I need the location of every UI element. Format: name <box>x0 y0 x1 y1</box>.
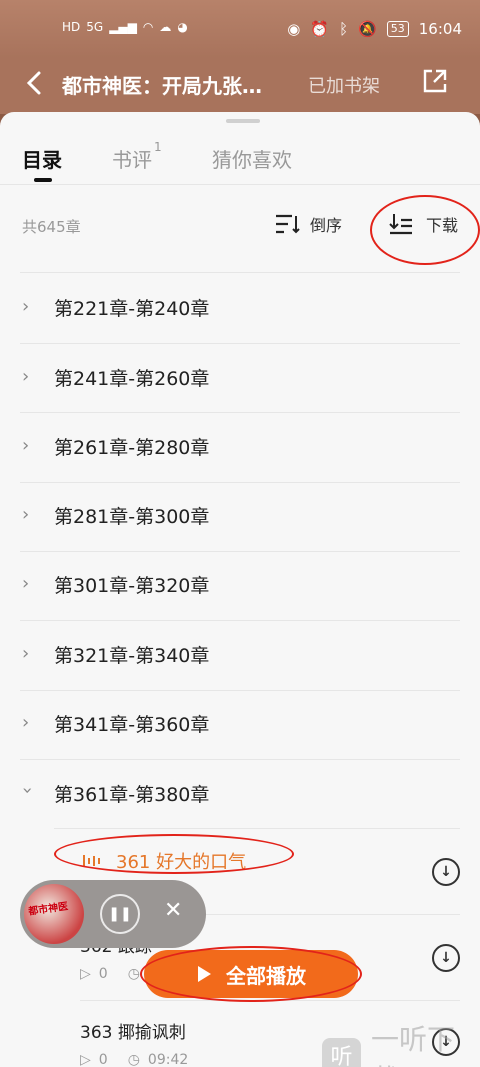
status-left: HD 5G ▂▄▆ ◠ ☁ ◕ <box>62 20 188 34</box>
chapter-group-row[interactable]: › 第241章-第260章 <box>0 344 480 413</box>
chapter-group-label: 第321章-第340章 <box>54 645 210 667</box>
chevron-right-icon: › <box>22 504 30 525</box>
tab-bar: 目录 书评1 猜你喜欢 <box>0 140 480 184</box>
eye-icon: ◉ <box>287 20 301 38</box>
wechat-icon: ◕ <box>177 20 188 34</box>
annotation-circle <box>370 195 480 265</box>
shelf-button[interactable]: 已加书架 <box>308 72 380 98</box>
tab-indicator <box>34 178 52 182</box>
tab-reviews-label: 书评 <box>112 148 152 172</box>
drag-handle[interactable] <box>226 119 260 123</box>
divider <box>0 184 480 185</box>
status-bar: HD 5G ▂▄▆ ◠ ☁ ◕ ◉ ⏰ ᛒ 🔕 53 16:04 <box>0 0 480 58</box>
chevron-right-icon: › <box>22 573 30 594</box>
row-divider <box>54 828 460 829</box>
chevron-right-icon: › <box>22 435 30 456</box>
tab-reviews-badge: 1 <box>154 140 162 155</box>
share-button[interactable] <box>422 68 448 94</box>
play-count: 0 <box>98 1052 108 1067</box>
mini-player[interactable]: 都市神医 ❚❚ ✕ <box>20 880 206 948</box>
download-chapter-button[interactable]: ↓ <box>432 858 460 886</box>
chapter-group-row[interactable]: › 第321章-第340章 <box>0 621 480 690</box>
chapter-meta: ▷ 0 ◷ <box>80 966 140 982</box>
reverse-label: 倒序 <box>310 216 343 235</box>
chapter-group-row[interactable]: › 第301章-第320章 <box>0 551 480 620</box>
chevron-right-icon: › <box>22 366 30 387</box>
album-cover[interactable]: 都市神医 <box>24 884 84 944</box>
clock: 16:04 <box>418 20 462 38</box>
pause-button[interactable]: ❚❚ <box>100 894 140 934</box>
chapter-title[interactable]: 363 揶揄讽刺 <box>80 1018 186 1043</box>
book-title: 都市神医：开局九张… <box>62 74 262 98</box>
chapter-group-label: 第301章-第320章 <box>54 575 210 597</box>
header: 都市神医：开局九张… 已加书架 <box>0 58 480 114</box>
chevron-left-icon <box>26 71 41 95</box>
watermark: 听 一听下载 <box>322 1018 480 1067</box>
tab-recommend[interactable]: 猜你喜欢 <box>212 144 292 173</box>
annotation-circle <box>54 834 294 874</box>
clock-icon: ◷ <box>127 966 140 982</box>
share-icon <box>423 69 447 93</box>
chevron-right-icon: › <box>22 712 30 733</box>
chapter-meta: ▷ 0 ◷ 09:42 <box>80 1052 188 1067</box>
arrow-down-icon: ↓ <box>440 864 452 880</box>
clock-icon: ◷ <box>127 1052 140 1067</box>
chapter-group-label: 第361章-第380章 <box>54 784 210 806</box>
watermark-text: 一听下载 <box>370 1023 455 1067</box>
battery-indicator: 53 <box>386 21 409 37</box>
cloud-icon: ☁ <box>159 20 172 34</box>
network-indicator: 5G <box>86 20 104 34</box>
hd-indicator: HD <box>62 20 81 34</box>
chevron-down-icon: › <box>17 786 39 795</box>
tab-reviews[interactable]: 书评1 <box>112 140 162 173</box>
chevron-right-icon: › <box>22 296 30 317</box>
status-right: ◉ ⏰ ᛒ 🔕 53 16:04 <box>287 20 462 38</box>
chapter-group-row[interactable]: › 第261章-第280章 <box>0 413 480 482</box>
chapter-group-label: 第241章-第260章 <box>54 368 210 390</box>
chapter-group-label: 第341章-第360章 <box>54 714 210 736</box>
close-button[interactable]: ✕ <box>164 898 182 923</box>
arrow-down-icon: ↓ <box>440 950 452 966</box>
tab-catalog[interactable]: 目录 <box>22 144 62 173</box>
chapter-group-row[interactable]: › 第281章-第300章 <box>0 482 480 551</box>
watermark-logo: 听 <box>322 1038 361 1067</box>
download-chapter-button[interactable]: ↓ <box>432 944 460 972</box>
chapter-group-label: 第261章-第280章 <box>54 437 210 459</box>
bluetooth-icon: ᛒ <box>339 20 349 38</box>
chapter-group-label: 第281章-第300章 <box>54 506 210 528</box>
cover-text: 都市神医 <box>27 901 69 918</box>
row-divider <box>20 272 460 273</box>
play-count-icon: ▷ <box>80 1052 91 1067</box>
reverse-button[interactable]: 倒序 <box>274 212 342 236</box>
wifi-icon: ◠ <box>142 20 154 34</box>
play-count-icon: ▷ <box>80 966 91 982</box>
play-count: 0 <box>98 966 108 982</box>
back-button[interactable] <box>20 68 50 98</box>
chevron-right-icon: › <box>22 643 30 664</box>
alarm-icon: ⏰ <box>310 20 330 38</box>
chapter-group-row-expanded[interactable]: › 第361章-第380章 <box>0 760 480 829</box>
mute-icon: 🔕 <box>358 20 377 38</box>
sort-icon <box>276 214 300 234</box>
chapter-group-row[interactable]: › 第341章-第360章 <box>0 690 480 759</box>
duration: 09:42 <box>147 1052 189 1067</box>
catalog-sheet: 目录 书评1 猜你喜欢 共645章 倒序 下载 › 第221章-第240章 › … <box>0 112 480 1067</box>
chapter-count: 共645章 <box>22 218 81 236</box>
chapter-group-row[interactable]: › 第221章-第240章 <box>0 274 480 343</box>
chapter-group-label: 第221章-第240章 <box>54 298 210 320</box>
annotation-circle <box>140 946 362 1002</box>
signal-icon: ▂▄▆ <box>109 20 137 34</box>
